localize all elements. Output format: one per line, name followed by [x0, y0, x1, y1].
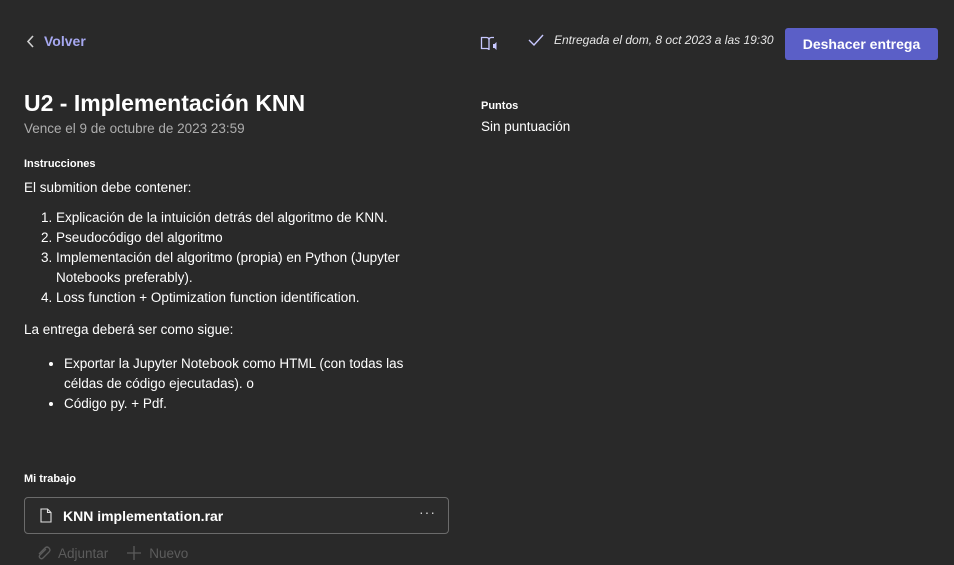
- status-text: Entregada el dom, 8 oct 2023 a las 19:30: [554, 33, 774, 47]
- points-heading: Puntos: [481, 100, 519, 112]
- list-item: Loss function + Optimization function id…: [56, 288, 444, 308]
- attached-file[interactable]: KNN implementation.rar ···: [24, 497, 449, 534]
- undo-submission-button[interactable]: Deshacer entrega: [785, 28, 938, 60]
- paperclip-icon: [38, 546, 51, 560]
- back-button[interactable]: Volver: [26, 33, 86, 49]
- checkmark-icon: [528, 34, 544, 46]
- instructions-heading: Instrucciones: [24, 158, 96, 170]
- work-actions: Adjuntar Nuevo: [35, 545, 188, 561]
- list-item: Exportar la Jupyter Notebook como HTML (…: [64, 354, 444, 394]
- instructions-intro: El submition debe contener:: [24, 180, 192, 195]
- assignment-title: U2 - Implementación KNN: [24, 90, 306, 116]
- points-value: Sin puntuación: [481, 119, 571, 134]
- list-item: Implementación del algoritmo (propia) en…: [56, 248, 444, 288]
- plus-icon: [127, 546, 142, 560]
- file-name: KNN implementation.rar: [63, 507, 224, 524]
- more-options-icon[interactable]: ···: [419, 504, 436, 520]
- delivery-items: Exportar la Jupyter Notebook como HTML (…: [24, 354, 444, 414]
- new-label: Nuevo: [149, 545, 189, 561]
- document-icon: [40, 508, 52, 523]
- attach-label: Adjuntar: [58, 545, 109, 561]
- instructions-steps: Explicación de la intuición detrás del a…: [24, 208, 444, 308]
- due-date: Vence el 9 de octubre de 2023 23:59: [24, 121, 245, 136]
- instructions-body: El submition debe contener: Explicación …: [24, 178, 444, 414]
- back-label: Volver: [44, 33, 86, 49]
- my-work-heading: Mi trabajo: [24, 473, 76, 485]
- new-button[interactable]: Nuevo: [126, 545, 188, 561]
- list-item: Pseudocódigo del algoritmo: [56, 228, 444, 248]
- delivery-intro: La entrega deberá ser como sigue:: [24, 322, 234, 337]
- assignment-page: Volver Entregada el dom, 8 oct 2023 a la…: [0, 0, 954, 565]
- chevron-left-icon: [26, 34, 34, 48]
- attach-button[interactable]: Adjuntar: [35, 545, 108, 561]
- submission-status: Entregada el dom, 8 oct 2023 a las 19:30: [528, 33, 774, 47]
- list-item: Código py. + Pdf.: [64, 394, 444, 414]
- list-item: Explicación de la intuición detrás del a…: [56, 208, 444, 228]
- immersive-reader-icon[interactable]: [480, 35, 500, 58]
